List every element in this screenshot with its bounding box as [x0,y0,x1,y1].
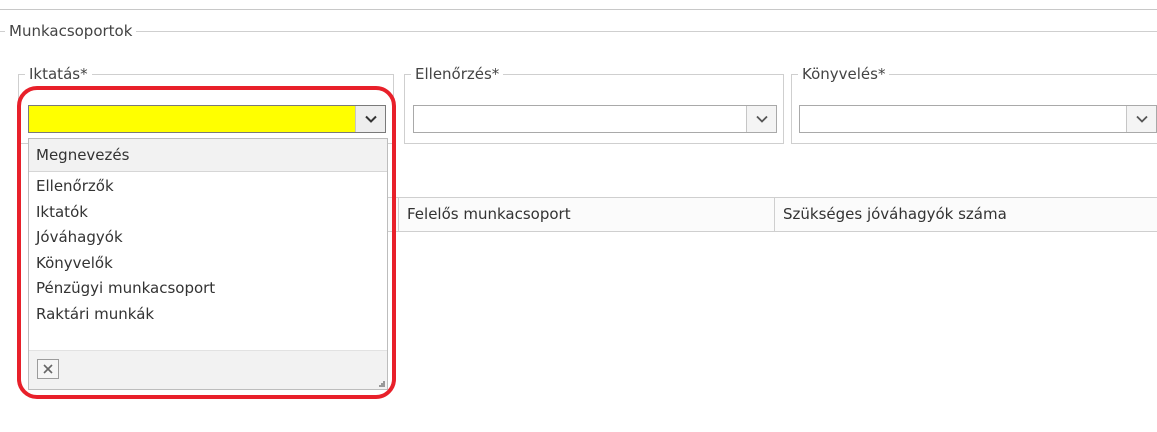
konyveles-group-title: Könyvelés* [798,64,890,84]
iktatas-dropdown-popup: Megnevezés Ellenőrzők Iktatók Jóváhagyók… [28,138,388,390]
ellenorzes-dropdown-button[interactable] [746,106,776,132]
chevron-down-icon [364,115,377,123]
dropdown-item[interactable]: Pénzügyi munkacsoport [36,276,215,302]
ellenorzes-combobox-field[interactable] [414,106,746,132]
chevron-down-icon [1135,115,1148,123]
column-header-felelos-munkacsoport[interactable]: Felelős munkacsoport [398,198,767,231]
resize-grip-icon[interactable] [379,381,385,387]
dropdown-item[interactable]: Iktatók [36,200,215,226]
close-icon [43,364,53,374]
clear-selection-button[interactable] [37,359,59,379]
konyveles-combobox-field[interactable] [800,106,1126,132]
dropdown-list: Ellenőrzők Iktatók Jóváhagyók Könyvelők … [36,174,215,327]
dropdown-footer [29,350,387,389]
ellenorzes-combobox[interactable] [413,105,777,133]
workgroups-group-title: Munkacsoportok [5,21,137,41]
ellenorzes-group-title: Ellenőrzés* [411,64,504,84]
iktatas-dropdown-button[interactable] [355,106,385,132]
konyveles-dropdown-button[interactable] [1126,106,1156,132]
dropdown-column-header: Megnevezés [29,139,387,172]
iktatas-combobox-field[interactable] [29,106,355,132]
iktatas-combobox[interactable] [28,105,386,133]
dropdown-item[interactable]: Ellenőrzők [36,174,215,200]
top-divider [0,9,1157,10]
konyveles-combobox[interactable] [799,105,1157,133]
iktatas-group-title: Iktatás* [25,64,92,84]
dropdown-item[interactable]: Jóváhagyók [36,225,215,251]
column-header-szukseges-jovahagyok[interactable]: Szükséges jóváhagyók száma [774,198,1157,231]
dropdown-item[interactable]: Raktári munkák [36,302,215,328]
chevron-down-icon [755,115,768,123]
dropdown-item[interactable]: Könyvelők [36,251,215,277]
